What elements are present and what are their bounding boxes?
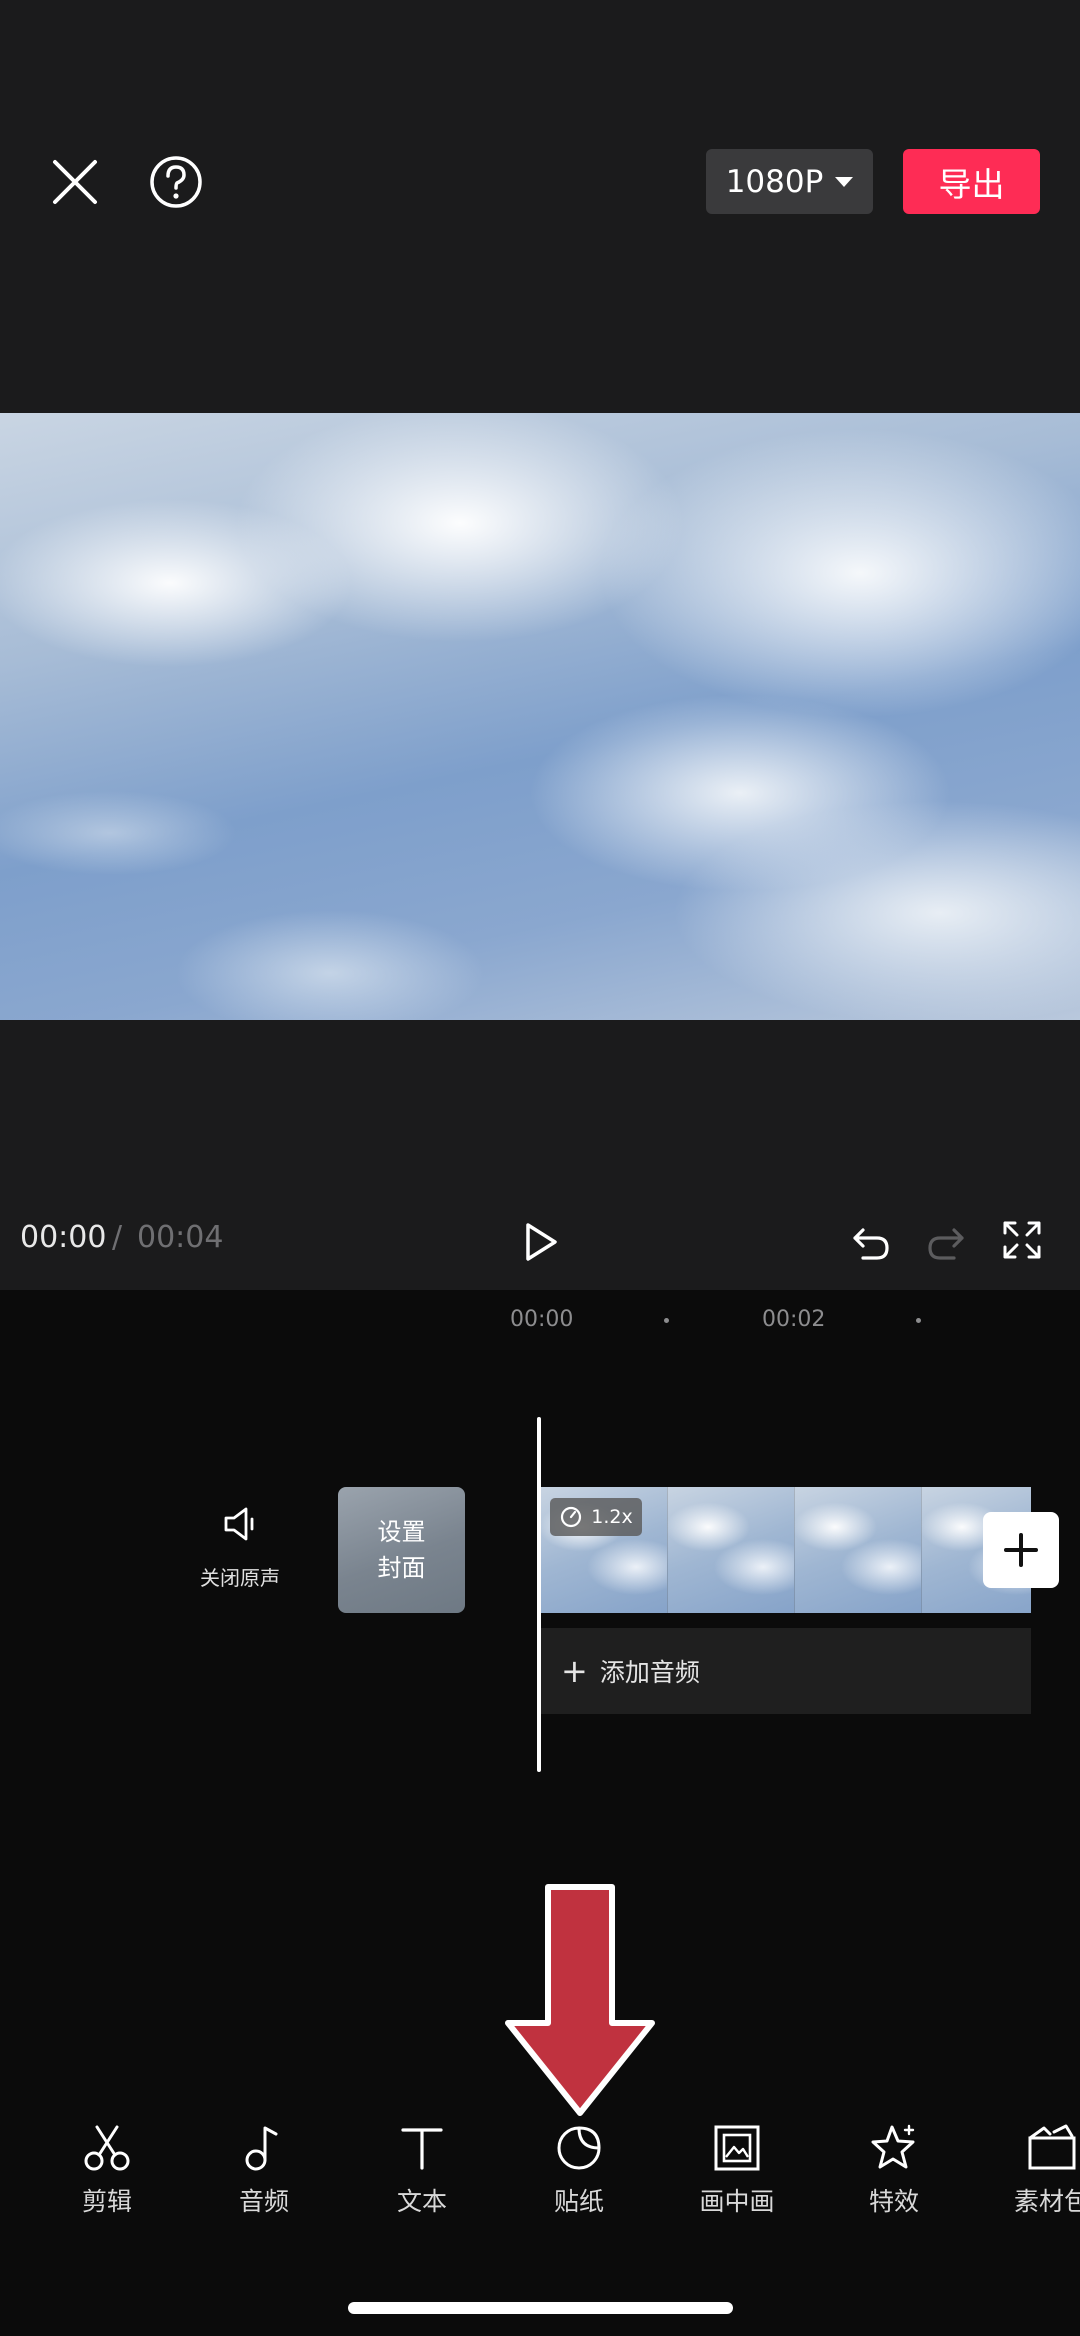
speaker-icon[interactable] (222, 1504, 262, 1544)
cover-label-line1: 设置 (377, 1518, 426, 1546)
text-icon (396, 2122, 448, 2174)
add-audio-label: 添加音频 (599, 1658, 700, 1687)
total-time: 00:04 (137, 1220, 224, 1255)
tool-sticker-label: 贴纸 (553, 2187, 604, 2216)
time-separator: / (112, 1220, 123, 1255)
tool-effects-label: 特效 (868, 2187, 919, 2216)
plus-icon: + (561, 1652, 588, 1690)
picture-in-picture-icon (711, 2122, 763, 2174)
ruler-mark-0: 00:00 (510, 1307, 574, 1332)
ruler-tick-dot (664, 1318, 669, 1323)
tool-effects[interactable]: 特效 (824, 2122, 964, 2242)
tool-sticker[interactable]: 贴纸 (509, 2122, 649, 2242)
effects-star-icon (868, 2122, 920, 2174)
add-audio-button[interactable]: + 添加音频 (541, 1628, 1031, 1714)
mute-original-audio-button[interactable]: 关闭原声 (200, 1562, 280, 1591)
resolution-value: 1080P (725, 163, 824, 200)
tool-picture-in-picture[interactable]: 画中画 (667, 2122, 807, 2242)
tool-text-label: 文本 (396, 2187, 447, 2216)
tool-edit-label: 剪辑 (81, 2187, 132, 2216)
export-button[interactable]: 导出 (903, 149, 1040, 214)
resolution-dropdown[interactable]: 1080P (706, 149, 873, 214)
plus-icon (1003, 1532, 1039, 1568)
tool-audio[interactable]: 音频 (194, 2122, 334, 2242)
help-icon[interactable] (146, 152, 206, 212)
redo-icon[interactable] (924, 1220, 968, 1264)
home-indicator (348, 2302, 733, 2314)
material-pack-icon (1026, 2122, 1078, 2174)
tool-material-pack[interactable]: 素材包 (980, 2122, 1080, 2242)
tool-edit[interactable]: 剪辑 (37, 2122, 177, 2242)
speed-value: 1.2x (591, 1506, 633, 1528)
ruler-tick-dot (916, 1318, 921, 1323)
clip-frame (795, 1487, 922, 1613)
caret-down-icon (835, 176, 854, 187)
set-cover-button[interactable]: 设置 封面 (338, 1487, 465, 1613)
current-time: 00:00 (20, 1220, 107, 1255)
speed-gauge-icon (559, 1505, 583, 1529)
undo-icon[interactable] (849, 1220, 893, 1264)
add-clip-button[interactable] (983, 1512, 1059, 1588)
export-label: 导出 (938, 164, 1005, 204)
music-note-icon (238, 2122, 290, 2174)
tool-pip-label: 画中画 (699, 2187, 775, 2216)
clip-frame (668, 1487, 795, 1613)
speed-badge: 1.2x (550, 1498, 642, 1536)
tool-text[interactable]: 文本 (352, 2122, 492, 2242)
play-icon[interactable] (518, 1220, 562, 1264)
playhead[interactable] (537, 1417, 541, 1772)
close-icon[interactable] (45, 152, 105, 212)
sticker-icon (553, 2122, 605, 2174)
fullscreen-icon[interactable] (1000, 1218, 1044, 1262)
cover-label-line2: 封面 (377, 1554, 426, 1582)
ruler-mark-1: 00:02 (762, 1307, 826, 1332)
tool-audio-label: 音频 (238, 2187, 289, 2216)
annotation-arrow (500, 1883, 660, 2118)
video-preview (0, 413, 1080, 1020)
tool-material-pack-label: 素材包 (1014, 2187, 1080, 2216)
scissors-icon (81, 2122, 133, 2174)
